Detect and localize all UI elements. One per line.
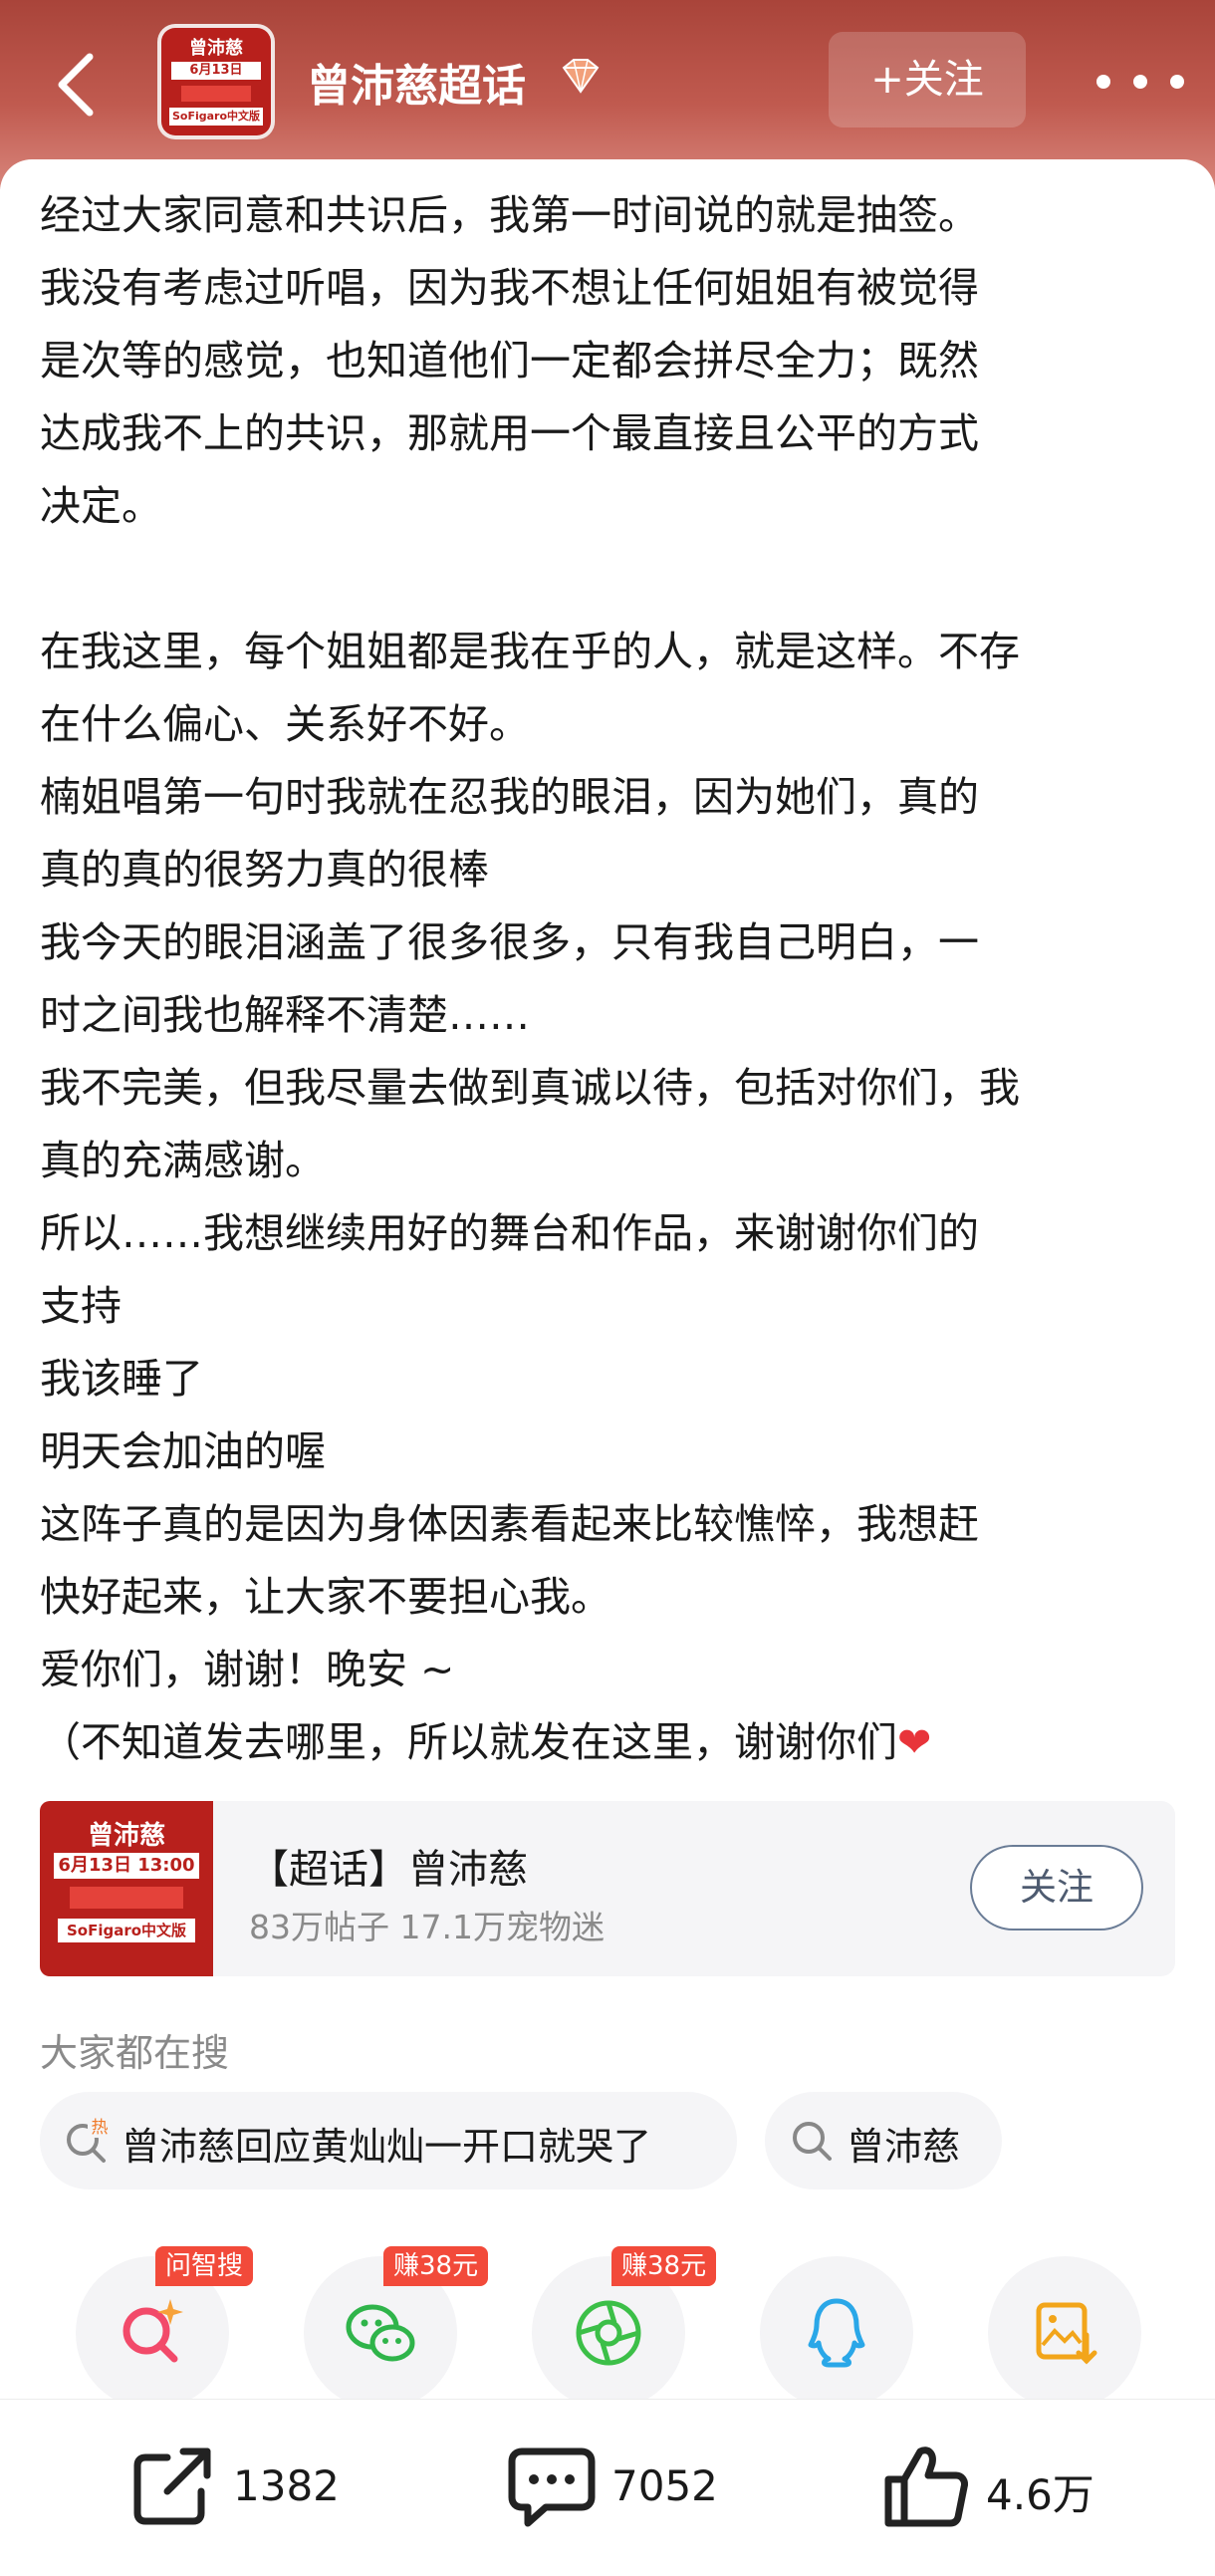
avatar-date: 6月13日 13:00 [171, 62, 261, 96]
search-icon [793, 2122, 832, 2161]
reward-tag: 问智搜 [155, 2246, 254, 2286]
topic-card-name: 【超话】曾沛慈 [249, 1847, 528, 1893]
topic-card-stats: 83万帖子 17.1万宠物迷 [249, 1908, 605, 1946]
like-count: 4.6万 [986, 2470, 1094, 2519]
post-line: 快好起来，让大家不要担心我。 [40, 1573, 611, 1621]
wechat-icon [346, 2304, 415, 2362]
gem-badge-icon [562, 59, 600, 94]
avatar-stripe [70, 1887, 183, 1909]
avatar-stripe [181, 86, 251, 102]
like-icon [884, 2447, 968, 2527]
post-line: 真的真的很努力真的很棒 [40, 846, 489, 894]
comment-icon [508, 2447, 596, 2527]
search-suggestion-chip[interactable]: 热 曾沛慈回应黄灿灿一开口就哭了 [40, 2092, 737, 2190]
post-line: 我没有考虑过听唱，因为我不想让任何姐姐有被觉得 [40, 264, 979, 312]
moments-icon [576, 2300, 641, 2366]
post-line: 楠姐唱第一句时我就在忍我的眼泪，因为她们，真的 [40, 773, 979, 821]
hot-search-icon: 热 [67, 2116, 112, 2163]
post-line: 支持 [40, 1282, 122, 1330]
post-line: 所以……我想继续用好的舞台和作品，来谢谢你们的 [40, 1209, 979, 1257]
comment-count: 7052 [611, 2461, 718, 2510]
trending-search-heading: 大家都在搜 [40, 2031, 230, 2075]
save-image-button[interactable] [988, 2256, 1141, 2410]
share-wechat-button[interactable]: 赚38元 [304, 2246, 489, 2410]
post-body: 经过大家同意和共识后，我第一时间说的就是抽签。 我没有考虑过听唱，因为我不想让任… [40, 179, 1185, 1779]
save-image-icon [1036, 2302, 1097, 2365]
reward-tag: 赚38元 [611, 2246, 717, 2286]
reward-tag: 赚38元 [383, 2246, 489, 2286]
post-line: 在什么偏心、关系好不好。 [40, 700, 530, 748]
bottom-action-bar: 1382 7052 4.6万 [0, 2399, 1215, 2576]
back-arrow-icon[interactable] [40, 45, 120, 125]
topic-title[interactable]: 曾沛慈超话 [307, 50, 526, 114]
follow-button[interactable]: +关注 [829, 32, 1026, 128]
avatar-brand: SoFigaro中文版 [58, 1919, 195, 1942]
post-line: 真的充满感谢。 [40, 1137, 326, 1184]
avatar-text: 曾沛慈 [87, 1821, 165, 1851]
super-topic-card[interactable]: 曾沛慈 6月13日 13:00 SoFigaro中文版 【超话】曾沛慈 83万帖… [40, 1801, 1175, 1976]
post-line: 我今天的眼泪涵盖了很多很多，只有我自己明白，一 [40, 918, 979, 966]
post-line: 时之间我也解释不清楚…… [40, 991, 530, 1039]
avatar-text: 曾沛慈 [189, 38, 243, 59]
post-line: 爱你们，谢谢！晚安 ~ [40, 1646, 455, 1693]
avatar-brand: SoFigaro中文版 [169, 108, 263, 126]
post-line: 我该睡了 [40, 1355, 203, 1403]
share-qq-button[interactable] [760, 2256, 913, 2410]
more-options-icon[interactable] [1086, 62, 1195, 102]
post-line-last: （不知道发去哪里，所以就发在这里，谢谢你们❤ [40, 1706, 1185, 1779]
search-suggestion-text: 曾沛慈 [847, 2125, 961, 2169]
post-line: 我不完美，但我尽量去做到真诚以待，包括对你们，我 [40, 1064, 1020, 1112]
heart-icon: ❤ [897, 1718, 932, 1766]
repost-count: 1382 [233, 2461, 340, 2510]
post-line: 这阵子真的是因为身体因素看起来比较憔悴，我想赶 [40, 1500, 979, 1548]
topic-card-avatar: 曾沛慈 6月13日 13:00 SoFigaro中文版 [40, 1801, 213, 1976]
share-moments-button[interactable]: 赚38元 [532, 2246, 717, 2410]
hot-badge-text: 热 [92, 2118, 109, 2138]
post-line: 经过大家同意和共识后，我第一时间说的就是抽签。 [40, 191, 979, 239]
post-line: 在我这里，每个姐姐都是我在乎的人，就是这样。不存 [40, 628, 1020, 675]
search-suggestion-text: 曾沛慈回应黄灿灿一开口就哭了 [122, 2125, 652, 2169]
post-line: 决定。 [40, 482, 162, 530]
share-ai-search-button[interactable]: 问智搜 [76, 2246, 254, 2410]
post-line: 是次等的感觉，也知道他们一定都会拼尽全力；既然 [40, 337, 979, 385]
post-line: 明天会加油的喔 [40, 1427, 326, 1475]
post-line: 达成我不上的共识，那就用一个最直接且公平的方式 [40, 409, 979, 457]
avatar-date: 6月13日 13:00 [54, 1853, 199, 1879]
post-line: ​ [40, 543, 1185, 616]
ai-search-icon [122, 2299, 183, 2363]
qq-icon [808, 2298, 865, 2368]
topic-avatar[interactable]: 曾沛慈 6月13日 13:00 SoFigaro中文版 [161, 28, 271, 135]
topic-card-follow-button[interactable]: 关注 [970, 1845, 1143, 1931]
post-line-text: （不知道发去哪里，所以就发在这里，谢谢你们 [40, 1718, 897, 1766]
search-suggestion-chip[interactable]: 曾沛慈 [765, 2092, 1002, 2190]
share-icon [133, 2447, 211, 2525]
